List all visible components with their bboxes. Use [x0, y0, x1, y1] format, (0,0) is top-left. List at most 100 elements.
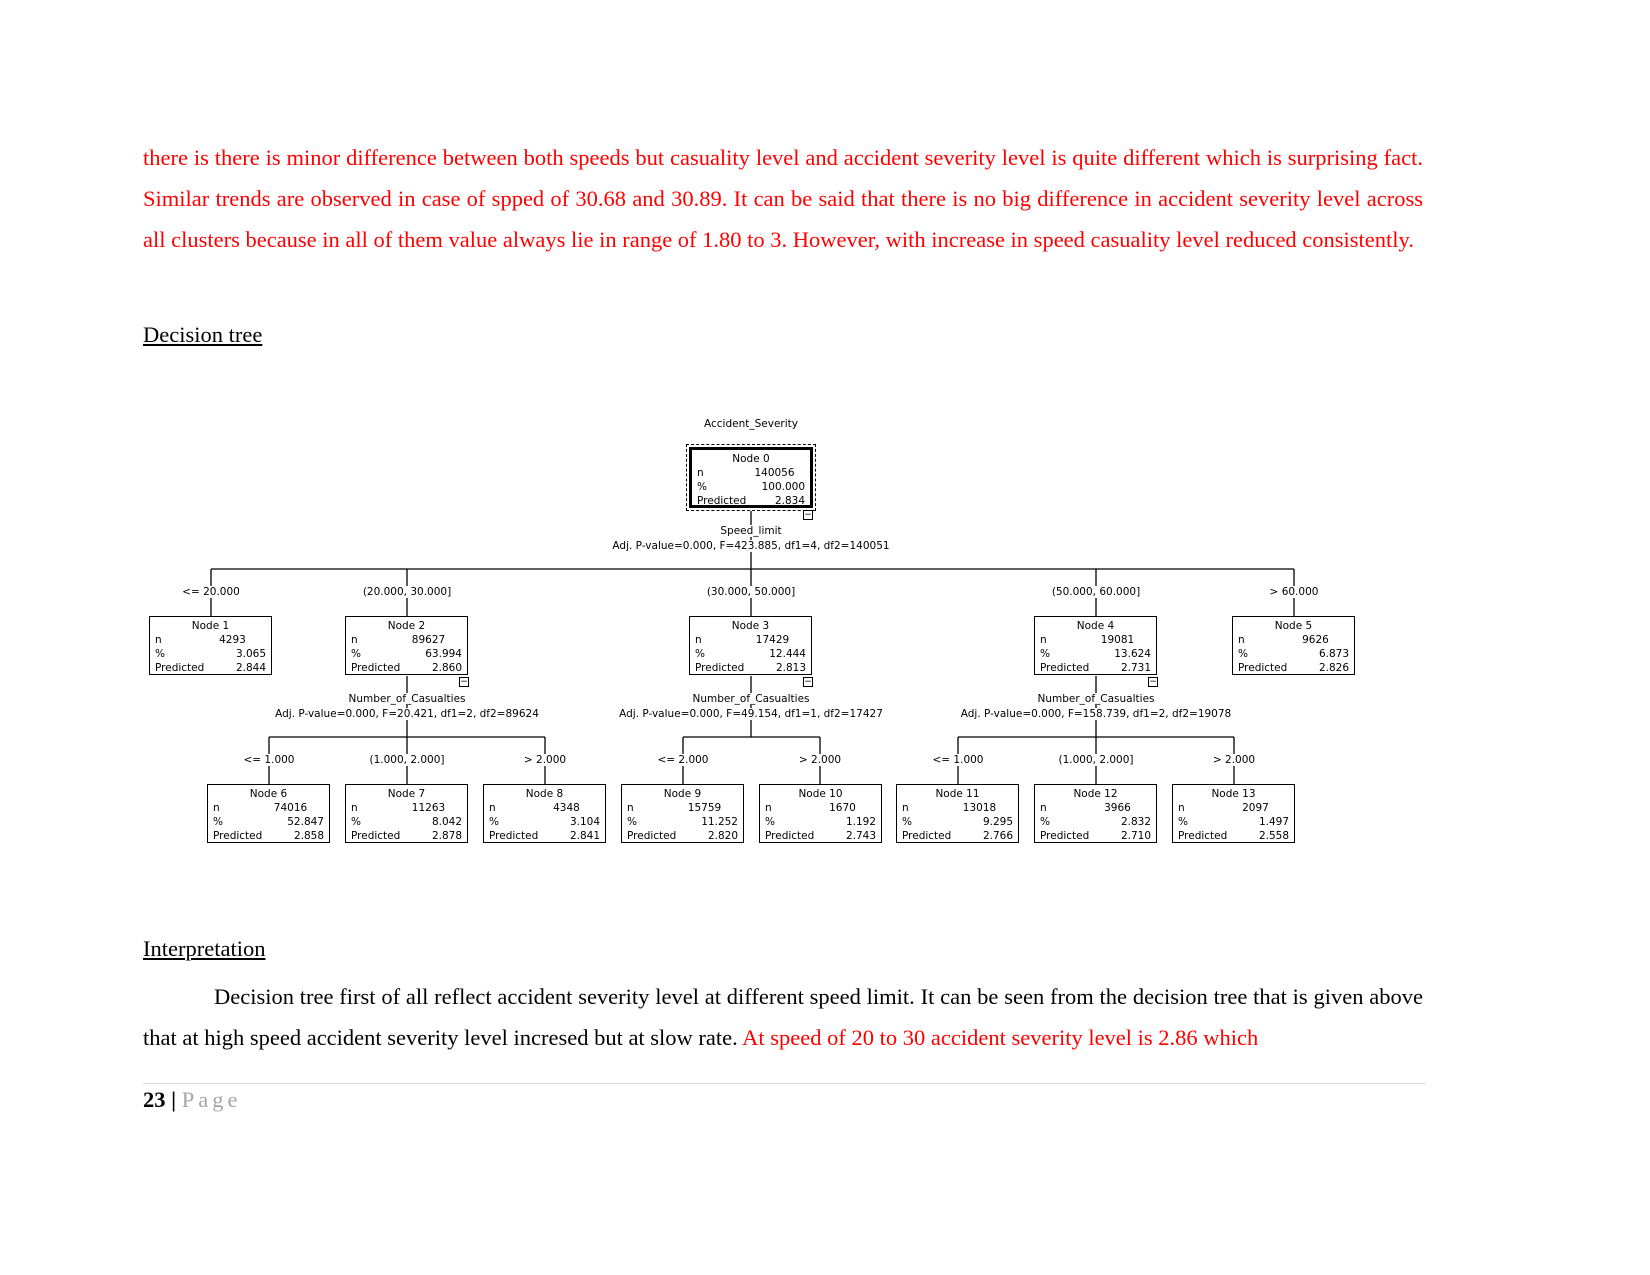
predicted-label: Predicted — [627, 830, 677, 842]
predicted-value: 2.731 — [1120, 662, 1151, 674]
node-title: Node 3 — [731, 620, 770, 632]
pct-label: % — [155, 648, 165, 660]
pct-value: 12.444 — [769, 648, 806, 660]
predicted-label: Predicted — [1178, 830, 1228, 842]
tree-node[interactable]: Node 1 n 4293% 3.065 Predicted 2.844 — [149, 616, 272, 675]
pct-label: % — [351, 648, 361, 660]
n-label: n — [695, 634, 702, 646]
footer-divider — [143, 1083, 1426, 1084]
n-label: n — [627, 802, 634, 814]
n-label: n — [213, 802, 220, 814]
collapse-node-icon[interactable]: − — [803, 677, 813, 687]
pct-value: 3.065 — [235, 648, 266, 660]
pct-value: 11.252 — [701, 816, 738, 828]
predicted-value: 2.844 — [235, 662, 266, 674]
branch-condition-label: > 2.000 — [1211, 754, 1257, 766]
branch-condition-label: (20.000, 30.000] — [361, 586, 453, 598]
node-title: Node 12 — [1073, 788, 1118, 800]
n-label: n — [351, 802, 358, 814]
pct-value: 63.994 — [425, 648, 462, 660]
tree-node[interactable]: Node 10 n 1670% 1.192 Predicted 2.743 — [759, 784, 882, 843]
node-title: Node 2 — [387, 620, 426, 632]
footer-separator: | — [171, 1087, 177, 1112]
branch-condition-label: > 2.000 — [797, 754, 843, 766]
n-label: n — [1040, 802, 1047, 814]
tree-node[interactable]: Node 8 n 4348% 3.104 Predicted 2.841 — [483, 784, 606, 843]
tree-node[interactable]: Node 13 n 2097% 1.497 Predicted 2.558 — [1172, 784, 1295, 843]
split-variable: Number_of_Casualties — [691, 693, 811, 705]
pct-label: % — [695, 648, 705, 660]
tree-node[interactable]: Node 7 n 11263% 8.042 Predicted 2.878 — [345, 784, 468, 843]
interpretation-highlight: At speed of 20 to 30 accident severity l… — [742, 1025, 1259, 1050]
n-label: n — [489, 802, 496, 814]
pct-value: 52.847 — [287, 816, 324, 828]
pct-label: % — [1040, 816, 1050, 828]
predicted-label: Predicted — [765, 830, 815, 842]
collapse-node-icon[interactable]: − — [1148, 677, 1158, 687]
pct-value: 1.497 — [1258, 816, 1289, 828]
predicted-value: 2.858 — [293, 830, 324, 842]
tree-node[interactable]: Node 3 n 17429% 12.444 Predicted 2.813 — [689, 616, 812, 675]
predicted-label: Predicted — [902, 830, 952, 842]
n-value: 1670 — [829, 802, 856, 814]
predicted-label: Predicted — [213, 830, 263, 842]
branch-condition-label: (30.000, 50.000] — [705, 586, 797, 598]
pct-label: % — [765, 816, 775, 828]
tree-node[interactable]: Node 2 n 89627% 63.994 Predicted 2.860 — [345, 616, 468, 675]
n-value: 2097 — [1242, 802, 1269, 814]
n-label: n — [697, 467, 704, 479]
pct-label: % — [697, 481, 707, 493]
collapse-node-icon[interactable]: − — [803, 510, 813, 520]
n-label: n — [1040, 634, 1047, 646]
node-title: Node 0 — [732, 453, 770, 465]
node-title: Node 5 — [1274, 620, 1313, 632]
predicted-label: Predicted — [489, 830, 539, 842]
predicted-value: 2.841 — [569, 830, 600, 842]
interpretation-paragraph: Decision tree first of all reflect accid… — [143, 976, 1423, 1058]
node-title: Node 7 — [387, 788, 426, 800]
branch-condition-label: > 2.000 — [522, 754, 568, 766]
tree-node[interactable]: Node 5 n 9626% 6.873 Predicted 2.826 — [1232, 616, 1355, 675]
collapse-node-icon[interactable]: − — [459, 677, 469, 687]
tree-node[interactable]: Node 6 n 74016% 52.847 Predicted 2.858 — [207, 784, 330, 843]
predicted-label: Predicted — [1040, 830, 1090, 842]
pct-label: % — [213, 816, 223, 828]
split-variable: Number_of_Casualties — [347, 693, 467, 705]
n-value: 11263 — [411, 802, 446, 814]
n-value: 4348 — [553, 802, 580, 814]
tree-node[interactable]: Node 9 n 15759% 11.252 Predicted 2.820 — [621, 784, 744, 843]
pct-value: 3.104 — [569, 816, 600, 828]
predicted-label: Predicted — [351, 662, 401, 674]
n-label: n — [1238, 634, 1245, 646]
branch-condition-label: <= 20.000 — [181, 586, 241, 598]
tree-node[interactable]: Node 11 n 13018% 9.295 Predicted 2.766 — [896, 784, 1019, 843]
split-stats: Adj. P-value=0.000, F=423.885, df1=4, df… — [611, 540, 891, 552]
node-title: Node 9 — [663, 788, 702, 800]
split-stats: Adj. P-value=0.000, F=49.154, df1=1, df2… — [618, 708, 884, 720]
branch-condition-label: <= 2.000 — [656, 754, 710, 766]
branch-condition-label: (1.000, 2.000] — [1057, 754, 1135, 766]
n-label: n — [155, 634, 162, 646]
predicted-label: Predicted — [697, 495, 747, 507]
heading-interpretation: Interpretation — [143, 936, 266, 961]
split-variable: Speed_limit — [719, 525, 783, 537]
n-value: 4293 — [219, 634, 246, 646]
predicted-value: 2.743 — [845, 830, 876, 842]
branch-condition-label: > 60.000 — [1268, 586, 1320, 598]
n-value: 13018 — [962, 802, 997, 814]
pct-value: 100.000 — [761, 481, 805, 493]
tree-node[interactable]: Node 4 n 19081% 13.624 Predicted 2.731 — [1034, 616, 1157, 675]
decision-tree-diagram: Accident_Severity Node 0 n 140056% 100.000 P… — [0, 0, 1650, 900]
pct-value: 2.832 — [1120, 816, 1151, 828]
tree-node[interactable]: Node 0 n 140056% 100.000 Predicted 2.834 — [686, 444, 816, 511]
pct-value: 1.192 — [845, 816, 876, 828]
pct-value: 9.295 — [982, 816, 1013, 828]
pct-label: % — [1040, 648, 1050, 660]
page-number: 23 — [143, 1087, 166, 1112]
pct-label: % — [627, 816, 637, 828]
pct-label: % — [1178, 816, 1188, 828]
pct-value: 13.624 — [1114, 648, 1151, 660]
predicted-label: Predicted — [351, 830, 401, 842]
n-value: 17429 — [755, 634, 790, 646]
tree-node[interactable]: Node 12 n 3966% 2.832 Predicted 2.710 — [1034, 784, 1157, 843]
